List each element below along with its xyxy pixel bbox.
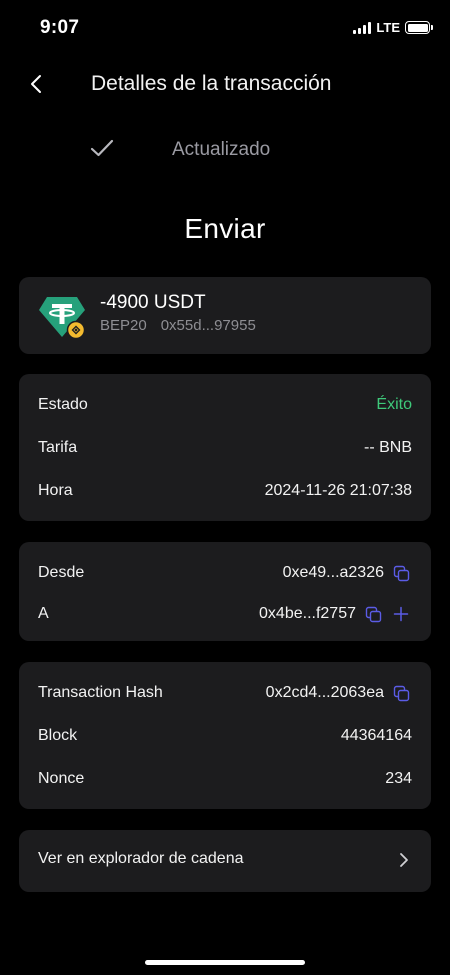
token-amount: -4900 USDT: [100, 292, 206, 313]
token-network: BEP20: [100, 317, 147, 334]
token-card: -4900 USDT BEP20 0x55d...97955: [19, 277, 431, 354]
status-time: 9:07: [40, 17, 80, 38]
to-address: 0x4be...f2757: [259, 605, 356, 622]
copy-icon: [393, 565, 409, 581]
time-label: Hora: [38, 482, 73, 499]
hash-value-group: 0x2cd4...2063ea: [266, 682, 412, 704]
view-explorer-button[interactable]: Ver en explorador de cadena: [19, 830, 431, 892]
copy-icon: [393, 685, 409, 701]
nonce-row: Nonce 234: [38, 767, 412, 791]
add-contact-button[interactable]: [390, 603, 412, 625]
copy-to-button[interactable]: [362, 603, 384, 625]
updated-status: Actualizado: [0, 130, 450, 170]
token-contract-address[interactable]: 0x55d...97955: [161, 317, 256, 334]
from-address: 0xe49...a2326: [282, 564, 384, 581]
block-row: Block 44364164: [38, 724, 412, 748]
home-indicator[interactable]: [145, 960, 305, 965]
updated-label: Actualizado: [172, 139, 271, 160]
transaction-type-title: Enviar: [184, 213, 266, 244]
nonce-label: Nonce: [38, 770, 85, 787]
copy-hash-button[interactable]: [390, 682, 412, 704]
details-card: Estado Éxito Tarifa -- BNB Hora 2024-11-…: [19, 374, 431, 521]
fee-value: -- BNB: [364, 439, 412, 456]
screen: 9:07 LTE Detalles de la transacción Actu…: [0, 0, 450, 975]
from-row: Desde 0xe49...a2326: [38, 561, 412, 585]
bnb-badge-icon: [66, 320, 86, 340]
block-label: Block: [38, 727, 78, 744]
time-value: 2024-11-26 21:07:38: [264, 482, 412, 499]
from-value-group: 0xe49...a2326: [283, 562, 412, 584]
to-row: A 0x4be...f2757: [38, 602, 412, 626]
explorer-label: Ver en explorador de cadena: [38, 850, 244, 867]
page-title: Detalles de la transacción: [91, 72, 332, 95]
status-row: Estado Éxito: [38, 393, 412, 417]
block-value: 44364164: [340, 727, 412, 744]
chevron-right-icon: [400, 853, 408, 867]
network-type: LTE: [376, 20, 400, 35]
token-info: BEP20 0x55d...97955: [100, 317, 256, 334]
status-bar: 9:07 LTE: [0, 0, 450, 56]
to-label: A: [38, 605, 49, 622]
copy-icon: [365, 606, 381, 622]
hash-value: 0x2cd4...2063ea: [265, 684, 384, 701]
tether-icon: [39, 297, 86, 340]
add-icon: [393, 606, 409, 622]
hash-row: Transaction Hash 0x2cd4...2063ea: [38, 681, 412, 705]
status-value: Éxito: [376, 396, 412, 413]
hash-label: Transaction Hash: [38, 684, 163, 701]
status-icons: LTE: [353, 20, 433, 35]
fee-label: Tarifa: [38, 439, 78, 456]
to-value-group: 0x4be...f2757: [259, 603, 412, 625]
check-icon: [90, 139, 114, 157]
status-label: Estado: [38, 396, 88, 413]
time-row: Hora 2024-11-26 21:07:38: [38, 479, 412, 503]
back-icon: [31, 75, 41, 93]
battery-icon: [405, 21, 433, 34]
signal-icon: [353, 21, 372, 34]
from-label: Desde: [38, 564, 85, 581]
back-button[interactable]: [22, 70, 50, 98]
fee-row: Tarifa -- BNB: [38, 436, 412, 460]
hash-card: Transaction Hash 0x2cd4...2063ea Block 4…: [19, 662, 431, 809]
header: Detalles de la transacción: [0, 60, 450, 108]
nonce-value: 234: [385, 770, 412, 787]
copy-from-button[interactable]: [390, 562, 412, 584]
address-card: Desde 0xe49...a2326 A 0x4be...f2757: [19, 542, 431, 641]
